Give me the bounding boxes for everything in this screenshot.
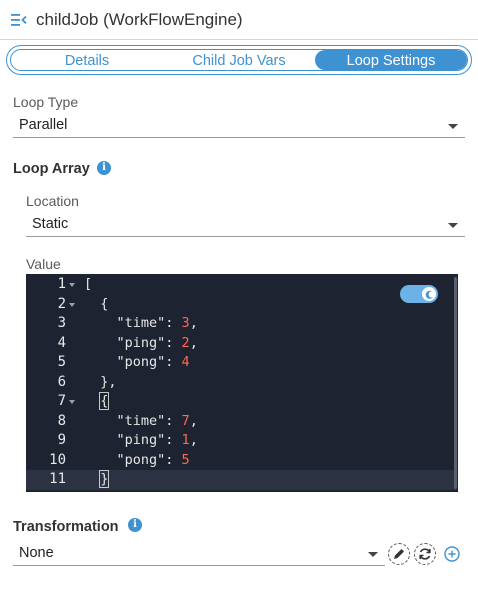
line-number: 2 (57, 295, 66, 312)
code-text: { (84, 295, 109, 312)
value-label: Value (26, 256, 61, 272)
loop-type-select[interactable]: Parallel (13, 116, 465, 138)
code-text: "ping": 2, (84, 334, 198, 351)
code-editor[interactable]: 1[2 {3 "time": 3, 4 "ping": 2, 5 "pong": 4… (26, 274, 458, 492)
line-number: 1 (57, 276, 66, 292)
line-number: 11 (49, 471, 66, 487)
edit-button[interactable] (388, 543, 410, 565)
menu-collapse-icon[interactable] (11, 13, 27, 27)
line-number: 9 (57, 432, 66, 448)
chevron-down-icon (448, 223, 458, 228)
fold-arrow-icon[interactable] (69, 302, 75, 307)
location-select[interactable]: Static (26, 215, 465, 237)
code-text: "ping": 1, (84, 432, 198, 448)
transformation-title: Transformation (13, 519, 119, 535)
transformation-select[interactable]: None (13, 544, 385, 566)
loop-type-value: Parallel (19, 117, 68, 133)
code-text: "pong": 4 (84, 354, 190, 370)
info-icon[interactable]: i (128, 518, 142, 532)
code-text: { (99, 392, 110, 410)
location-value: Static (32, 216, 69, 232)
code-text: "pong": 5 (84, 451, 190, 468)
chevron-down-icon (448, 124, 458, 129)
editor-line: 7 { (26, 392, 456, 412)
editor-line: 9 "ping": 1, (26, 431, 456, 451)
pencil-icon (394, 549, 404, 559)
tab-loop-settings[interactable]: Loop Settings (315, 50, 467, 70)
plus-circle-icon[interactable] (444, 546, 460, 562)
line-number: 6 (57, 373, 66, 390)
code-text: [ (84, 276, 93, 292)
code-text: "time": 3, (84, 315, 198, 331)
info-icon[interactable]: i (97, 161, 111, 175)
editor-line: 11 } (26, 470, 456, 490)
fold-arrow-icon[interactable] (69, 283, 75, 287)
tab-bar: Details Child Job Vars Loop Settings (6, 45, 472, 75)
line-number: 8 (57, 412, 66, 429)
title-bar: childJob (WorkFlowEngine) (0, 0, 478, 40)
editor-line: 2 { (26, 295, 456, 315)
line-number: 5 (57, 354, 66, 370)
code-text: }, (84, 373, 117, 390)
line-number: 4 (57, 334, 66, 351)
code-text: } (99, 470, 110, 488)
editor-line: 5 "pong": 4 (26, 353, 456, 373)
refresh-icon (419, 548, 431, 560)
code-text: "time": 7, (84, 412, 198, 429)
editor-line: 10 "pong": 5 (26, 451, 456, 471)
tab-child-job-vars[interactable]: Child Job Vars (163, 50, 315, 70)
editor-line: 4 "ping": 2, (26, 334, 456, 354)
loop-array-title: Loop Array (13, 161, 90, 177)
chevron-down-icon (368, 552, 378, 557)
editor-line: 3 "time": 3, (26, 314, 456, 334)
fold-arrow-icon[interactable] (69, 400, 75, 404)
page-title: childJob (WorkFlowEngine) (36, 10, 243, 29)
dark-mode-toggle[interactable] (400, 285, 438, 303)
line-number: 3 (57, 315, 66, 331)
editor-line: 8 "time": 7, (26, 412, 456, 432)
tab-details[interactable]: Details (11, 50, 163, 70)
moon-icon (425, 290, 433, 299)
loop-type-label: Loop Type (13, 94, 79, 110)
refresh-button[interactable] (414, 543, 436, 565)
location-label: Location (26, 193, 79, 209)
editor-line: 1[ (26, 275, 456, 295)
line-number: 7 (57, 393, 66, 409)
line-number: 10 (49, 451, 66, 468)
transformation-value: None (19, 545, 54, 561)
editor-scrollbar[interactable] (454, 277, 457, 489)
editor-line: 6 }, (26, 373, 456, 393)
